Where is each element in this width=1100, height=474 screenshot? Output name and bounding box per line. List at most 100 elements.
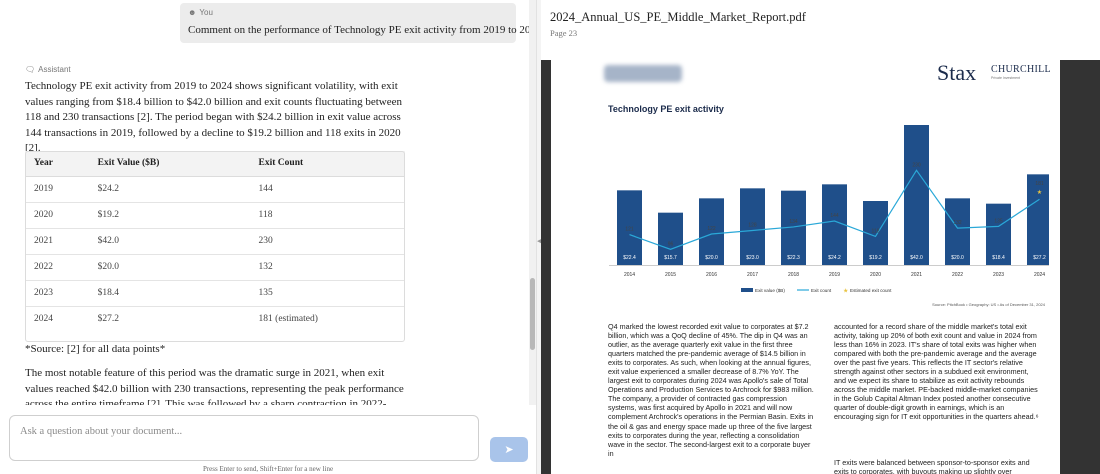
assistant-role-label: 🗨 Assistant [25,65,71,74]
chart-title: Technology PE exit activity [608,104,724,114]
body-column-right: accounted for a record share of the midd… [834,322,1039,422]
x-tick-label: 2021 [911,272,922,278]
x-tick-label: 2020 [870,272,881,278]
chart-source: Source: PitchBook • Geography: US • As o… [932,302,1045,307]
table-cell: $19.2 [88,202,250,229]
x-tick-label: 2023 [993,272,1004,278]
table-cell: 2022 [25,254,89,281]
bar-value-label: $20.0 [951,255,964,261]
table-cell: 2019 [25,176,89,203]
table-cell: 135 [249,280,405,307]
pdf-page-label: Page 23 [550,28,578,38]
exit-count-label: 134 [789,219,798,225]
churchill-logo: CHURCHILL [991,64,1051,75]
pdf-viewer-panel: 2024_Annual_US_PE_Middle_Market_Report.p… [541,0,1100,474]
user-role-label: ☻ You [188,8,213,17]
exit-activity-table: Year Exit Value ($B) Exit Count 2019 $24… [25,151,405,332]
x-tick-label: 2017 [747,272,758,278]
exit-count-label: 96 [668,241,674,247]
x-tick-label: 2014 [624,272,635,278]
table-header-cell: Exit Value ($B) [88,151,250,177]
question-input[interactable] [9,415,479,461]
pdf-viewport[interactable]: Stax CHURCHILL Private Investment Techno… [541,60,1100,474]
exit-count-label: 121 [625,227,634,233]
legend-bar-swatch [741,288,753,292]
bar-value-label: $42.0 [910,255,923,261]
redacted-logo [604,65,682,82]
input-hint: Press Enter to send, Shift+Enter for a n… [202,465,334,473]
bar-value-label: $18.4 [992,255,1005,261]
paper-plane-icon: ➤ [504,444,514,456]
table-cell: $24.2 [88,176,250,203]
table-cell: 181 (estimated) [258,314,318,325]
table-cell: 144 [249,176,405,203]
chat-input-area: ➤ Press Enter to send, Shift+Enter for a… [0,405,536,474]
table-row: 2022 $20.0 132 [25,254,405,281]
table-cell: 2024 [34,314,53,325]
x-tick-label: 2016 [706,272,717,278]
table-cell: 2020 [25,202,89,229]
table-row: 2021 $42.0 230 [25,228,405,255]
table-cell: 118 [249,202,405,229]
table-cell: 2023 [25,280,89,307]
bar-value-label: $22.3 [787,255,800,261]
chat-scrollbar[interactable] [529,0,536,405]
table-cell: $27.2 [97,314,120,325]
bar-value-label: $19.2 [869,255,882,261]
table-cell: $20.0 [88,254,250,281]
exit-count-label: 230 [912,162,921,168]
x-tick-label: 2015 [665,272,676,278]
stax-logo: Stax [937,60,977,85]
legend-label: Exit value ($B) [755,288,785,293]
x-tick-label: 2022 [952,272,963,278]
legend-label: Exit count [811,288,832,293]
bar-value-label: $22.4 [623,255,636,261]
chart-bar [904,125,929,265]
chat-bubble-icon: 🗨 [25,65,36,74]
x-tick-label: 2018 [788,272,799,278]
bar-value-label: $27.2 [1033,255,1046,261]
chat-messages[interactable]: ☻ You Comment on the performance of Techn… [0,0,536,405]
chart-bar [1027,174,1049,265]
assistant-intro-text: Technology PE exit activity from 2019 to… [25,80,402,154]
chat-scrollbar-thumb[interactable] [530,278,535,350]
bar-value-label: $24.2 [828,255,841,261]
table-row: 2019 $24.2 144 [25,176,405,203]
body-column-right-paragraph: IT exits were balanced between sponsor-t… [834,458,1030,474]
exit-count-label: 144 [830,213,839,219]
table-row: 2020 $19.2 118 [25,202,405,229]
source-note: *Source: [2] for all data points* [25,343,166,355]
assistant-followup-text: The most notable feature of this period … [25,367,404,405]
table-header-cell: Exit Count [249,151,405,177]
pdf-page: Stax CHURCHILL Private Investment Techno… [551,60,1060,474]
legend-label: Estimated exit count [850,288,892,293]
table-cell: $42.0 [88,228,250,255]
send-button[interactable]: ➤ [490,437,528,462]
table-header-cell: Year [25,151,89,177]
bar-value-label: $23.0 [746,255,759,261]
exit-count-label: 122 [707,226,716,232]
table-row: 2023 $18.4 135 [25,280,405,307]
exit-count-label: 135 [994,218,1003,224]
chat-panel: ☻ You Comment on the performance of Techn… [0,0,536,474]
estimate-marker: ★ [1037,189,1042,196]
table-header-row: Year Exit Value ($B) Exit Count [25,151,405,177]
bar-value-label: $15.7 [664,255,677,261]
table-row: 2024 $27.2 181 (estimated) [25,306,405,332]
x-tick-label: 2024 [1034,272,1045,278]
exit-count-label: 128 [748,222,757,228]
exit-count-label: 181 [1035,181,1044,187]
x-tick-label: 2019 [829,272,840,278]
table-cell: $18.4 [88,280,250,307]
exit-count-label: 118 [872,228,880,234]
user-message-bubble: ☻ You Comment on the performance of Techn… [180,3,536,43]
body-column-left: Q4 marked the lowest recorded exit value… [608,322,814,458]
user-icon: ☻ [188,8,197,17]
exit-count-label: 132 [953,220,962,226]
exit-activity-chart: $22.4 2014 $15.7 2015 $20.0 2016 $23.0 2017 $22.… [609,125,1049,295]
table-cell: 2021 [25,228,89,255]
churchill-logo-subtitle: Private Investment [991,76,1020,80]
pdf-filename: 2024_Annual_US_PE_Middle_Market_Report.p… [550,10,806,24]
table-cell: 230 [249,228,405,255]
user-message-text: Comment on the performance of Technology… [188,24,536,36]
